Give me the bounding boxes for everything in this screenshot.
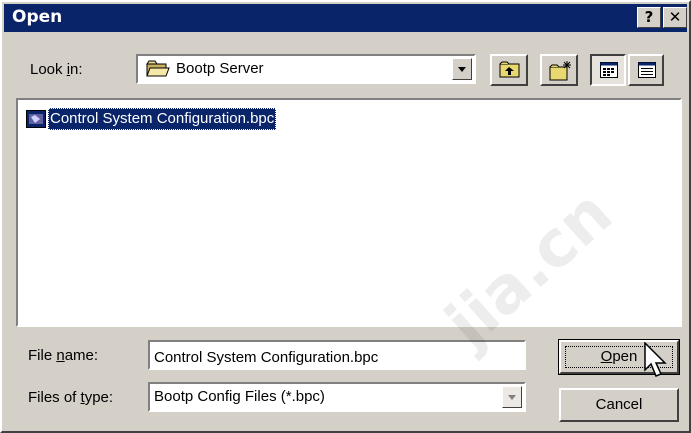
file-name-field[interactable] xyxy=(148,340,526,370)
cancel-button[interactable]: Cancel xyxy=(559,388,679,422)
up-folder-icon xyxy=(499,61,521,84)
file-type-label: Files of type: xyxy=(28,389,114,406)
details-view-icon xyxy=(638,62,656,83)
file-type-value: Bootp Config Files (*.bpc) xyxy=(154,388,325,405)
file-list[interactable]: Control System Configuration.bpc xyxy=(16,98,682,327)
create-new-folder-button[interactable] xyxy=(540,54,578,86)
look-in-label: Look in: xyxy=(30,61,83,78)
mouse-pointer-icon xyxy=(644,341,668,387)
look-in-dropdown-button[interactable] xyxy=(452,58,472,80)
open-dialog: Open ? ✕ Look in: Bootp Server Control S… xyxy=(0,0,691,433)
file-name-label: File name: xyxy=(28,347,99,364)
chevron-down-icon xyxy=(458,67,466,72)
folder-icon xyxy=(146,60,170,83)
title-bar[interactable]: Open ? ✕ xyxy=(4,4,687,32)
file-type-combo[interactable]: Bootp Config Files (*.bpc) xyxy=(148,382,526,412)
look-in-value: Bootp Server xyxy=(176,60,264,77)
file-name-label: Control System Configuration.bpc xyxy=(48,108,277,130)
file-type-dropdown-button[interactable] xyxy=(502,386,522,408)
chevron-down-icon xyxy=(508,395,516,400)
details-view-button[interactable] xyxy=(628,54,664,86)
list-view-button[interactable] xyxy=(590,54,626,86)
close-button[interactable]: ✕ xyxy=(663,7,687,28)
bpc-file-icon xyxy=(26,110,46,133)
window-title: Open xyxy=(12,7,63,27)
up-one-level-button[interactable] xyxy=(490,54,528,86)
help-button[interactable]: ? xyxy=(637,7,661,28)
list-view-icon xyxy=(600,62,618,83)
look-in-combo[interactable]: Bootp Server xyxy=(136,54,476,84)
new-folder-icon xyxy=(549,60,573,87)
